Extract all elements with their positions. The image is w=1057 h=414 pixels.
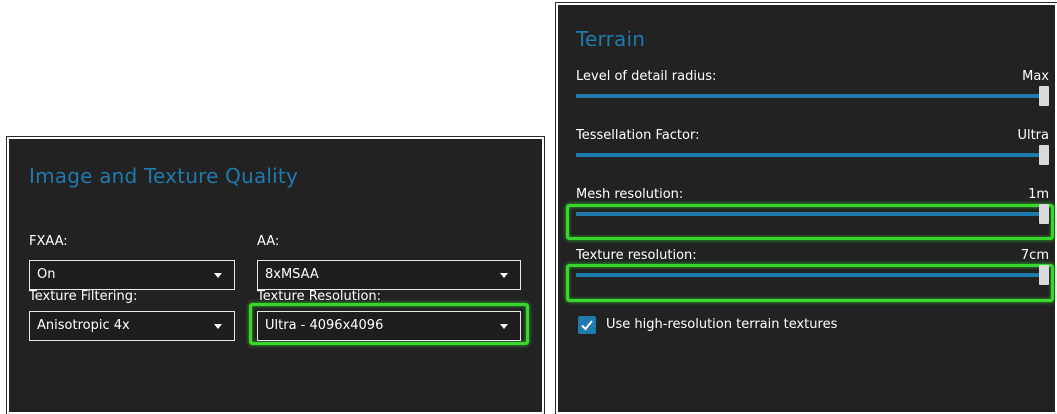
checkmark-icon [581,320,593,331]
terrain-panel: Terrain Level of detail radius: Max Tess… [555,2,1057,414]
slider-track[interactable] [576,212,1039,216]
slider-thumb[interactable] [1039,265,1049,285]
checkbox-label: Use high-resolution terrain textures [606,317,838,332]
slider-label: Texture resolution: [576,248,697,263]
slider-value: 1m [1028,187,1049,202]
texture-resolution-value: Ultra - 4096x4096 [265,318,384,333]
slider-tessellation-factor: Tessellation Factor: Ultra [576,128,1053,176]
chevron-down-icon [214,273,222,278]
aa-value: 8xMSAA [265,267,319,282]
slider-track[interactable] [576,94,1039,98]
fxaa-label: FXAA: [29,234,68,249]
panel-title: Image and Texture Quality [29,164,299,188]
slider-label: Tessellation Factor: [576,128,700,143]
slider-value: Ultra [1017,128,1049,143]
aa-label: AA: [257,234,280,249]
fxaa-value: On [37,267,56,282]
slider-track[interactable] [576,273,1039,277]
slider-thumb[interactable] [1039,145,1049,165]
aa-dropdown[interactable]: 8xMSAA [257,260,521,290]
chevron-down-icon [500,273,508,278]
slider-track[interactable] [576,153,1039,157]
slider-thumb[interactable] [1039,86,1049,106]
high-res-terrain-textures-checkbox-row[interactable]: Use high-resolution terrain textures [578,316,978,336]
slider-value: Max [1022,69,1049,84]
chevron-down-icon [214,324,222,329]
fxaa-dropdown[interactable]: On [29,260,235,290]
slider-mesh-resolution: Mesh resolution: 1m [576,187,1053,235]
slider-label: Mesh resolution: [576,187,684,202]
texture-filtering-dropdown[interactable]: Anisotropic 4x [29,311,235,341]
chevron-down-icon [500,324,508,329]
texture-filtering-label: Texture Filtering: [29,289,138,304]
slider-thumb[interactable] [1039,204,1049,224]
panel-title: Terrain [576,27,646,51]
slider-value: 7cm [1020,248,1049,263]
image-texture-quality-panel: Image and Texture Quality FXAA: On AA: 8… [6,136,545,414]
slider-label: Level of detail radius: [576,69,717,84]
slider-level-of-detail-radius: Level of detail radius: Max [576,69,1053,117]
texture-resolution-dropdown[interactable]: Ultra - 4096x4096 [257,311,521,341]
texture-filtering-value: Anisotropic 4x [37,318,130,333]
slider-texture-resolution: Texture resolution: 7cm [576,248,1053,296]
texture-resolution-label: Texture Resolution: [257,289,382,304]
high-res-terrain-textures-checkbox[interactable] [578,316,596,334]
